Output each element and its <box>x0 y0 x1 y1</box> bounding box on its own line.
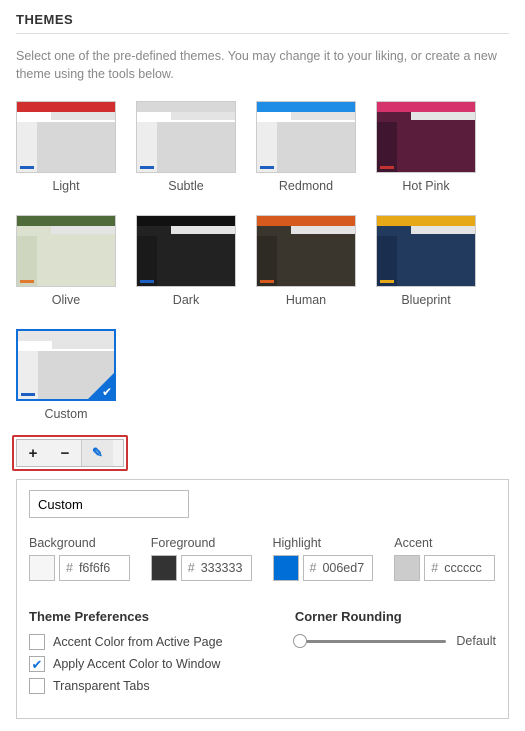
color-label: Accent <box>394 536 496 550</box>
theme-name-label: Redmond <box>256 179 356 193</box>
theme-name-label: Hot Pink <box>376 179 476 193</box>
theme-name-label: Light <box>16 179 116 193</box>
color-label: Highlight <box>273 536 375 550</box>
theme-name-label: Subtle <box>136 179 236 193</box>
accent-swatch[interactable] <box>394 555 420 581</box>
theme-thumb-blueprint[interactable]: Blueprint <box>376 215 476 307</box>
theme-toolbar-wrap: + − ✎ <box>16 439 124 467</box>
corner-title: Corner Rounding <box>295 609 496 624</box>
theme-name-input[interactable] <box>29 490 189 518</box>
theme-thumb-custom[interactable]: ✔ Custom <box>16 329 116 421</box>
description-text: Select one of the pre-defined themes. Yo… <box>16 48 509 83</box>
foreground-hex-input[interactable]: # <box>181 555 252 581</box>
theme-name-label: Olive <box>16 293 116 307</box>
highlight-hex-field[interactable] <box>320 560 372 576</box>
theme-name-label: Human <box>256 293 356 307</box>
theme-thumb-hot-pink[interactable]: Hot Pink <box>376 101 476 193</box>
color-field-highlight: Highlight # <box>273 536 375 581</box>
foreground-hex-field[interactable] <box>199 560 251 576</box>
checkbox-label: Apply Accent Color to Window <box>53 657 220 671</box>
color-field-background: Background # <box>29 536 131 581</box>
color-field-foreground: Foreground # <box>151 536 253 581</box>
checkbox-icon <box>29 656 45 672</box>
theme-name-label: Dark <box>136 293 236 307</box>
remove-theme-button[interactable]: − <box>49 440 81 466</box>
background-swatch[interactable] <box>29 555 55 581</box>
background-hex-field[interactable] <box>77 560 129 576</box>
corner-value-label: Default <box>456 634 496 648</box>
color-label: Foreground <box>151 536 253 550</box>
preferences-title: Theme Preferences <box>29 609 275 624</box>
corner-rounding-slider[interactable] <box>295 640 447 643</box>
accent-hex-input[interactable]: # <box>424 555 495 581</box>
slider-knob[interactable] <box>293 634 307 648</box>
checkbox-icon <box>29 634 45 650</box>
color-row: Background # Foreground # Highlight <box>29 536 496 581</box>
theme-thumb-human[interactable]: Human <box>256 215 356 307</box>
theme-toolbar: + − ✎ <box>16 439 124 467</box>
hash-icon: # <box>304 561 321 575</box>
highlight-swatch[interactable] <box>273 555 299 581</box>
pref-checkbox-0[interactable]: Accent Color from Active Page <box>29 634 275 650</box>
accent-hex-field[interactable] <box>442 560 494 576</box>
theme-name-label: Blueprint <box>376 293 476 307</box>
hash-icon: # <box>182 561 199 575</box>
theme-name-label: Custom <box>16 407 116 421</box>
theme-thumb-light[interactable]: Light <box>16 101 116 193</box>
color-field-accent: Accent # <box>394 536 496 581</box>
theme-thumb-dark[interactable]: Dark <box>136 215 236 307</box>
checkbox-label: Transparent Tabs <box>53 679 150 693</box>
check-icon: ✔ <box>102 385 112 399</box>
pref-checkbox-1[interactable]: Apply Accent Color to Window <box>29 656 275 672</box>
background-hex-input[interactable]: # <box>59 555 130 581</box>
add-theme-button[interactable]: + <box>17 440 49 466</box>
theme-preferences: Theme Preferences Accent Color from Acti… <box>29 609 275 700</box>
corner-rounding: Corner Rounding Default <box>295 609 496 700</box>
edit-theme-button[interactable]: ✎ <box>81 440 113 466</box>
highlight-hex-input[interactable]: # <box>303 555 374 581</box>
theme-thumb-olive[interactable]: Olive <box>16 215 116 307</box>
theme-thumb-subtle[interactable]: Subtle <box>136 101 236 193</box>
section-title: THEMES <box>16 12 509 34</box>
foreground-swatch[interactable] <box>151 555 177 581</box>
theme-grid: Light Subtle Redmond Hot Pink Olive Dark Human… <box>16 101 509 421</box>
hash-icon: # <box>425 561 442 575</box>
checkbox-icon <box>29 678 45 694</box>
pencil-icon: ✎ <box>92 445 103 461</box>
pref-checkbox-2[interactable]: Transparent Tabs <box>29 678 275 694</box>
color-label: Background <box>29 536 131 550</box>
checkbox-label: Accent Color from Active Page <box>53 635 223 649</box>
theme-edit-panel: Background # Foreground # Highlight <box>16 479 509 719</box>
theme-thumb-redmond[interactable]: Redmond <box>256 101 356 193</box>
hash-icon: # <box>60 561 77 575</box>
